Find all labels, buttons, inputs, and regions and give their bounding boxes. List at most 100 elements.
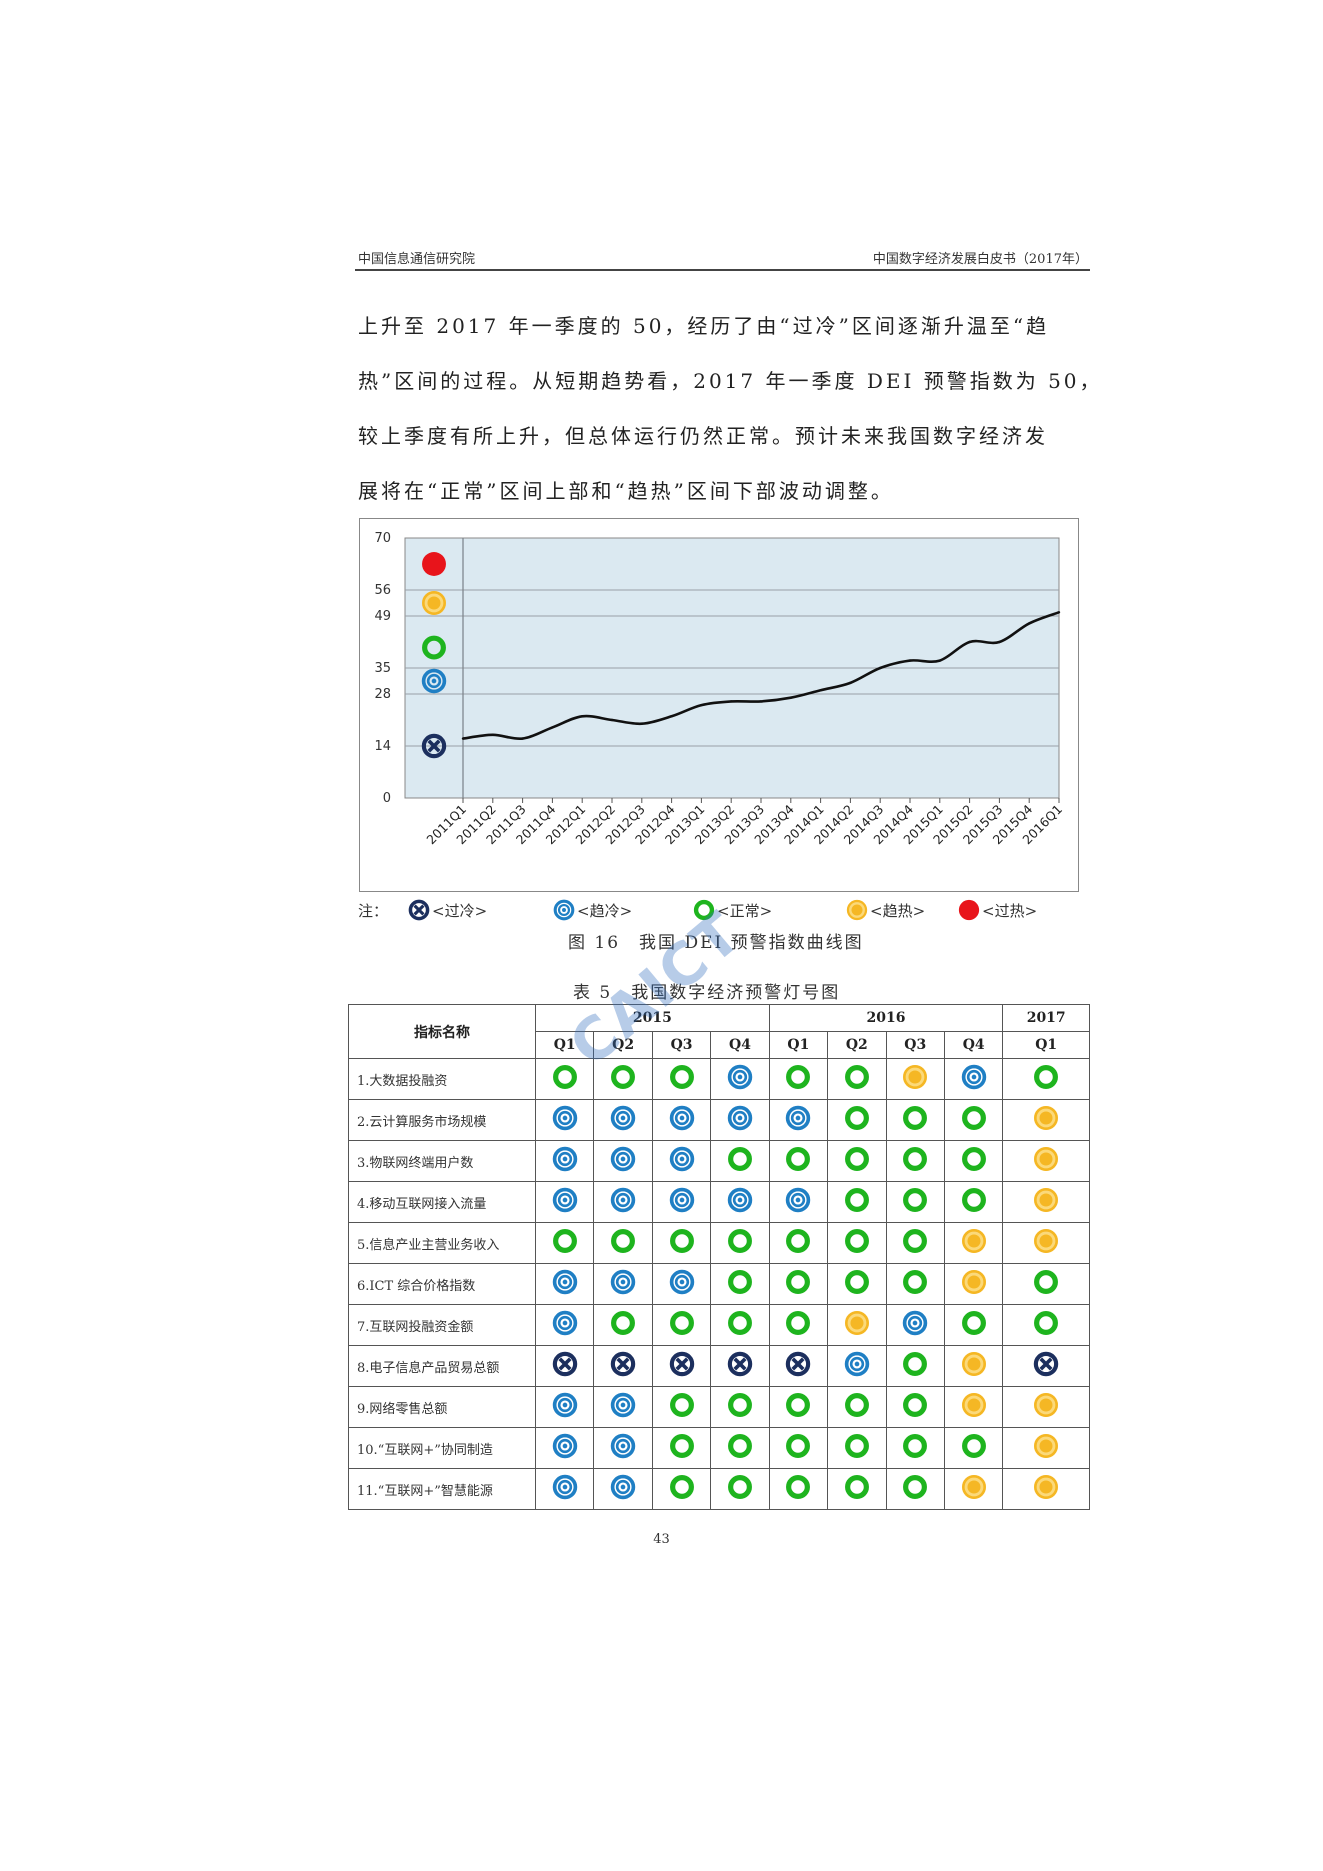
figure-caption: 图 16 我国 DEI 预警指数曲线图: [568, 933, 864, 953]
normal-signal-icon: [903, 1352, 928, 1376]
legend-prefix: 注：: [358, 901, 389, 920]
signal-cell: [1002, 1099, 1090, 1141]
legend-label: <趋热>: [870, 901, 926, 920]
legend-label: <趋冷>: [577, 901, 633, 920]
normal-signal-icon: [1034, 1065, 1059, 1089]
normal-signal-icon: [611, 1065, 636, 1089]
body-line-1: 上升至 2017 年一季度的 50，经历了由“过冷”区间逐渐升温至“趋: [358, 314, 1050, 338]
signal-cell: [768, 1345, 829, 1387]
data-point-2011Q4: [551, 726, 554, 729]
signal-cell: [710, 1427, 770, 1469]
signal-cell: [534, 1386, 595, 1428]
normal-signal-icon: [844, 1106, 869, 1130]
normal-signal-icon: [786, 1311, 811, 1335]
signal-cell: [1002, 1222, 1090, 1264]
signal-cell: [593, 1386, 653, 1428]
legend-item-warm: <趋热>: [846, 898, 925, 922]
normal-signal-icon: [728, 1147, 752, 1171]
signal-cell: [593, 1181, 653, 1223]
legend-item-normal: <正常>: [693, 898, 772, 922]
cool-signal-icon: [610, 1269, 636, 1295]
normal-signal-icon: [728, 1393, 752, 1417]
normal-signal-icon: [903, 1270, 928, 1294]
warm-signal-icon: [1034, 1188, 1059, 1212]
signal-cell: [1002, 1427, 1090, 1469]
signal-cell: [768, 1427, 829, 1469]
normal-signal-icon: [903, 1229, 928, 1253]
warm-signal-icon: [1034, 1475, 1059, 1499]
signal-cell: [943, 1427, 1004, 1469]
signal-cell: [885, 1058, 945, 1100]
signal-cell: [943, 1304, 1004, 1346]
signal-cell: [534, 1140, 595, 1182]
cool-signal-icon: [727, 1105, 753, 1131]
normal-signal-icon: [611, 1229, 636, 1253]
signal-cell: [1002, 1345, 1090, 1387]
normal-signal-icon: [669, 1311, 694, 1335]
y-tick-label: 35: [374, 661, 391, 676]
signal-cell: [885, 1181, 945, 1223]
signal-cell: [943, 1058, 1004, 1100]
signal-cell: [534, 1263, 595, 1305]
normal-signal-icon: [786, 1229, 811, 1253]
normal-signal-icon: [903, 1475, 928, 1499]
signal-cell: [943, 1181, 1004, 1223]
overcold-signal-icon: [408, 899, 430, 921]
normal-signal-icon: [693, 899, 715, 921]
warm-signal-icon: [1034, 1147, 1059, 1171]
signal-cell: [651, 1263, 712, 1305]
warm-signal-icon: [961, 1475, 986, 1499]
indicator-name: 4.移动互联网接入流量: [348, 1181, 536, 1223]
data-point-2015Q4: [1028, 622, 1031, 625]
cool-signal-icon: [727, 1064, 753, 1090]
signal-cell: [710, 1099, 770, 1141]
signal-cell: [710, 1468, 770, 1510]
signal-cell: [593, 1468, 653, 1510]
cool-signal-icon: [903, 1310, 928, 1336]
signal-cell: [768, 1140, 829, 1182]
signal-cell: [1002, 1181, 1090, 1223]
header-left: 中国信息通信研究院: [358, 252, 476, 267]
quarter-header: Q4: [710, 1031, 770, 1059]
signal-cell: [593, 1140, 653, 1182]
table-row: 10.“互联网+”协同制造: [348, 1427, 1090, 1469]
warm-signal-icon: [961, 1352, 986, 1376]
data-point-2013Q2: [730, 700, 733, 703]
normal-signal-icon: [728, 1311, 752, 1335]
signal-cell: [710, 1263, 770, 1305]
table-row: 3.物联网终端用户数: [348, 1140, 1090, 1182]
signal-cell: [593, 1058, 653, 1100]
signal-cell: [534, 1304, 595, 1346]
normal-signal-icon: [844, 1147, 869, 1171]
cool-signal-icon: [669, 1269, 694, 1295]
signal-cell: [885, 1386, 945, 1428]
signal-table: 指标名称 2015 2016 2017 Q1 Q2 Q3 Q4 Q1 Q2 Q3 Q4 Q1 1.大…: [348, 1004, 1090, 1510]
warm-signal-icon: [903, 1065, 928, 1089]
normal-signal-icon: [844, 1188, 869, 1212]
quarter-header: Q3: [651, 1031, 712, 1059]
signal-cell: [768, 1304, 829, 1346]
data-point-2015Q2: [968, 640, 971, 644]
normal-signal-icon: [1034, 1311, 1059, 1335]
normal-signal-icon: [728, 1434, 752, 1458]
signal-cell: [710, 1140, 770, 1182]
data-point-2011Q2: [491, 733, 494, 737]
normal-signal-icon: [786, 1147, 811, 1171]
signal-cell: [827, 1181, 887, 1223]
signal-cell: [768, 1386, 829, 1428]
warm-signal-icon: [961, 1229, 986, 1253]
table-row: 4.移动互联网接入流量: [348, 1181, 1090, 1223]
data-point-2013Q1: [700, 703, 703, 707]
signal-cell: [593, 1427, 653, 1469]
document-page: 中国信息通信研究院 中国数字经济发展白皮书（2017年） 上升至 2017 年一…: [0, 0, 1323, 1871]
quarter-header: Q1: [1002, 1031, 1090, 1059]
signal-cell: [885, 1304, 945, 1346]
signal-cell: [885, 1099, 945, 1141]
overcold-signal-icon: [552, 1351, 577, 1377]
data-point-2013Q4: [789, 696, 792, 699]
y-tick-label: 28: [374, 687, 391, 702]
warm-signal-icon: [961, 1270, 986, 1294]
data-point-2013Q3: [759, 700, 763, 703]
body-line-2: 热”区间的过程。从短期趋势看，2017 年一季度 DEI 预警指数为 50，: [358, 369, 1103, 393]
indicator-name: 1.大数据投融资: [348, 1058, 536, 1100]
